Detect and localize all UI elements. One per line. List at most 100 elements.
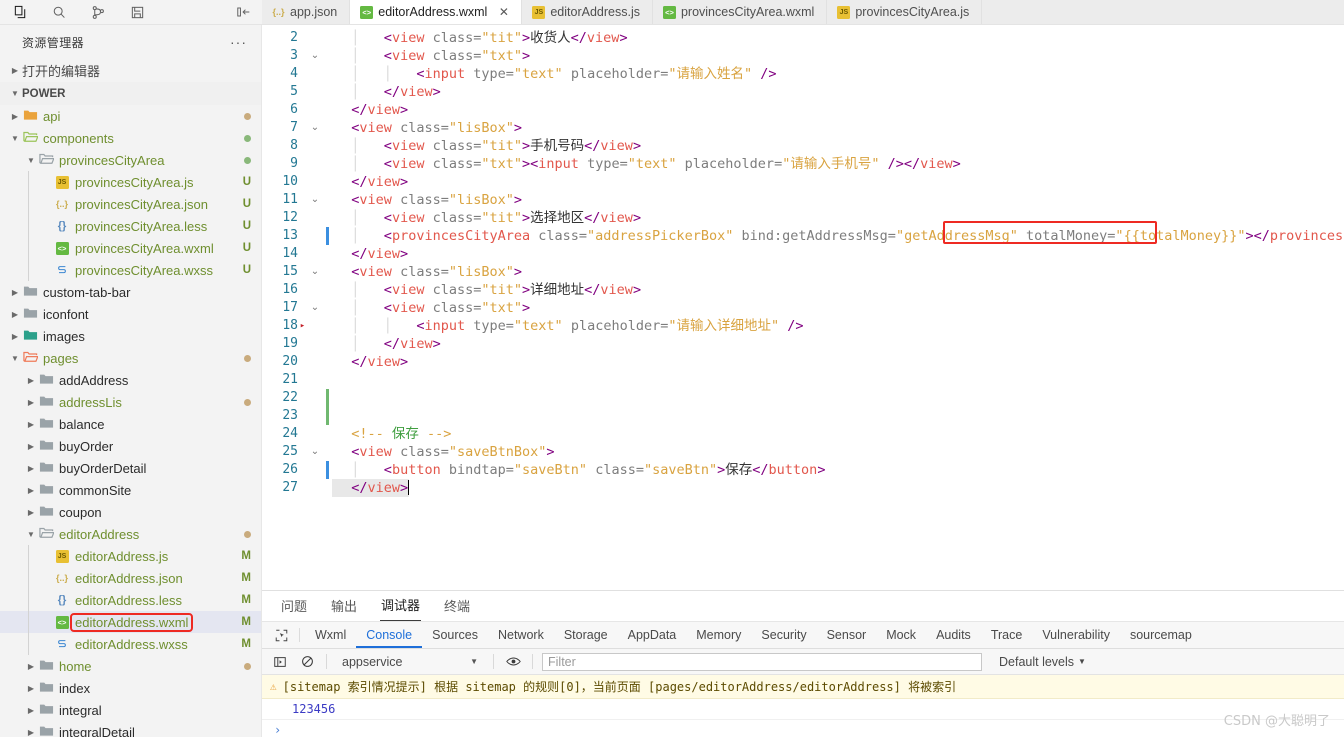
tree-file-editoraddress-json[interactable]: ▶{..}editorAddress.jsonM	[0, 567, 261, 589]
fold-chevron-down-icon[interactable]: ⌄	[307, 191, 323, 209]
devtools-tab-audits[interactable]: Audits	[926, 622, 981, 648]
devtools-tab-storage[interactable]: Storage	[554, 622, 618, 648]
tree-folder-integral[interactable]: ▶ integral	[0, 699, 261, 721]
code-line-8[interactable]: 8 │ <view class="tit">手机号码</view>	[262, 137, 1344, 155]
console-sidebar-toggle-icon[interactable]	[270, 653, 290, 671]
tree-folder-commonsite[interactable]: ▶ commonSite	[0, 479, 261, 501]
code-editor[interactable]: 2 │ <view class="tit">收货人</view> 3 ⌄ │ <vi…	[262, 25, 1344, 590]
editor-vertical-scrollbar[interactable]	[1331, 25, 1344, 590]
tree-folder-components[interactable]: ▼ components	[0, 127, 261, 149]
close-icon[interactable]: ✕	[498, 5, 509, 19]
panel-tab-输出[interactable]: 输出	[330, 592, 358, 621]
tree-file-editoraddress-wxml[interactable]: ▶<>editorAddress.wxmlM	[0, 611, 261, 633]
eye-icon[interactable]	[503, 653, 523, 671]
tree-folder-coupon[interactable]: ▶ coupon	[0, 501, 261, 523]
tree-folder-home[interactable]: ▶ home	[0, 655, 261, 677]
tree-file-provincescityarea-less[interactable]: ▶{}provincesCityArea.lessU	[0, 215, 261, 237]
devtools-tab-security[interactable]: Security	[751, 622, 816, 648]
editor-tab-provincescityarea-js[interactable]: JS provincesCityArea.js	[827, 0, 983, 24]
fold-chevron-down-icon[interactable]: ⌄	[307, 263, 323, 281]
devtools-tab-sources[interactable]: Sources	[422, 622, 488, 648]
fold-chevron-down-icon[interactable]: ⌄	[307, 443, 323, 461]
code-line-24[interactable]: 24 <!-- 保存 -->	[262, 425, 1344, 443]
code-line-22[interactable]: 22	[262, 389, 1344, 407]
code-line-5[interactable]: 5 │ </view>	[262, 83, 1344, 101]
inspect-element-icon[interactable]	[268, 622, 294, 648]
source-control-icon[interactable]	[90, 4, 107, 21]
tree-file-provincescityarea-json[interactable]: ▶{..}provincesCityArea.jsonU	[0, 193, 261, 215]
panel-tab-调试器[interactable]: 调试器	[380, 591, 422, 621]
code-line-12[interactable]: 12 │ <view class="tit">选择地区</view>	[262, 209, 1344, 227]
code-line-13[interactable]: 13 │ <provincesCityArea class="addressPi…	[262, 227, 1344, 245]
editor-tab-editoraddress-js[interactable]: JS editorAddress.js	[522, 0, 653, 24]
console-levels-select[interactable]: Default levels ▼	[999, 655, 1086, 669]
tree-folder-api[interactable]: ▶ api	[0, 105, 261, 127]
tree-file-provincescityarea-js[interactable]: ▶JSprovincesCityArea.jsU	[0, 171, 261, 193]
console-context-select[interactable]: appservice ▼	[336, 655, 484, 669]
tree-file-editoraddress-less[interactable]: ▶{}editorAddress.lessM	[0, 589, 261, 611]
tree-file-provincescityarea-wxss[interactable]: ▶provincesCityArea.wxssU	[0, 259, 261, 281]
devtools-tab-wxml[interactable]: Wxml	[305, 622, 356, 648]
tree-folder-provincescityarea[interactable]: ▼ provincesCityArea	[0, 149, 261, 171]
tree-file-editoraddress-wxss[interactable]: ▶editorAddress.wxssM	[0, 633, 261, 655]
devtools-tab-sourcemap[interactable]: sourcemap	[1120, 622, 1202, 648]
code-line-26[interactable]: 26 │ <button bindtap="saveBtn" class="sa…	[262, 461, 1344, 479]
code-line-20[interactable]: 20 </view>	[262, 353, 1344, 371]
devtools-tab-appdata[interactable]: AppData	[618, 622, 687, 648]
code-line-25[interactable]: 25 ⌄ <view class="saveBtnBox">	[262, 443, 1344, 461]
tree-folder-addaddress[interactable]: ▶ addAddress	[0, 369, 261, 391]
code-line-14[interactable]: 14 </view>	[262, 245, 1344, 263]
tree-folder-addresslis[interactable]: ▶ addressLis	[0, 391, 261, 413]
fold-chevron-down-icon[interactable]: ⌄	[307, 299, 323, 317]
devtools-tab-trace[interactable]: Trace	[981, 622, 1033, 648]
fold-chevron-down-icon[interactable]: ⌄	[307, 119, 323, 137]
tree-folder-index[interactable]: ▶ index	[0, 677, 261, 699]
devtools-tab-vulnerability[interactable]: Vulnerability	[1032, 622, 1120, 648]
devtools-tab-mock[interactable]: Mock	[876, 622, 926, 648]
tree-folder-buyorderdetail[interactable]: ▶ buyOrderDetail	[0, 457, 261, 479]
search-icon[interactable]	[51, 4, 68, 21]
tree-folder-buyorder[interactable]: ▶ buyOrder	[0, 435, 261, 457]
devtools-tab-memory[interactable]: Memory	[686, 622, 751, 648]
code-line-3[interactable]: 3 ⌄ │ <view class="txt">	[262, 47, 1344, 65]
explorer-more-actions-icon[interactable]: ···	[230, 34, 247, 50]
save-icon[interactable]	[129, 4, 146, 21]
clear-console-icon[interactable]	[297, 653, 317, 671]
code-line-23[interactable]: 23	[262, 407, 1344, 425]
devtools-tab-console[interactable]: Console	[356, 622, 422, 648]
console-input-prompt[interactable]: ›	[262, 720, 1344, 737]
code-line-18[interactable]: 18 ▸ │ │ <input type="text" placeholder="…	[262, 317, 1344, 335]
tree-folder-integraldetail[interactable]: ▶ integralDetail	[0, 721, 261, 737]
panel-tab-终端[interactable]: 终端	[443, 592, 471, 621]
tree-file-provincescityarea-wxml[interactable]: ▶<>provincesCityArea.wxmlU	[0, 237, 261, 259]
devtools-tab-sensor[interactable]: Sensor	[817, 622, 877, 648]
editor-tab-editoraddress-wxml[interactable]: <> editorAddress.wxml ✕	[350, 0, 523, 24]
code-line-2[interactable]: 2 │ <view class="tit">收货人</view>	[262, 29, 1344, 47]
panel-tab-问题[interactable]: 问题	[280, 592, 308, 621]
tree-folder-balance[interactable]: ▶ balance	[0, 413, 261, 435]
code-line-9[interactable]: 9 │ <view class="txt"><input type="text"…	[262, 155, 1344, 173]
code-line-7[interactable]: 7 ⌄ <view class="lisBox">	[262, 119, 1344, 137]
project-root-section[interactable]: ▼ POWER	[0, 82, 261, 105]
code-line-17[interactable]: 17 ⌄ │ <view class="txt">	[262, 299, 1344, 317]
fold-chevron-down-icon[interactable]: ⌄	[307, 47, 323, 65]
code-line-27[interactable]: 27 </view>	[262, 479, 1344, 497]
tree-file-editoraddress-js[interactable]: ▶JSeditorAddress.jsM	[0, 545, 261, 567]
tree-folder-custom-tab-bar[interactable]: ▶ custom-tab-bar	[0, 281, 261, 303]
tree-folder-editoraddress[interactable]: ▼ editorAddress	[0, 523, 261, 545]
editor-tab-app-json[interactable]: {..} app.json	[262, 0, 351, 24]
code-line-10[interactable]: 10 </view>	[262, 173, 1344, 191]
code-line-11[interactable]: 11 ⌄ <view class="lisBox">	[262, 191, 1344, 209]
devtools-tab-network[interactable]: Network	[488, 622, 554, 648]
code-line-16[interactable]: 16 │ <view class="tit">详细地址</view>	[262, 281, 1344, 299]
tree-folder-pages[interactable]: ▼ pages	[0, 347, 261, 369]
open-editors-section[interactable]: ▶ 打开的编辑器	[0, 59, 261, 82]
collapse-sidebar-icon[interactable]	[235, 4, 252, 21]
tree-folder-images[interactable]: ▶ images	[0, 325, 261, 347]
code-line-4[interactable]: 4 │ │ <input type="text" placeholder="请输…	[262, 65, 1344, 83]
console-filter-input[interactable]: Filter	[542, 652, 982, 671]
code-line-19[interactable]: 19 │ </view>	[262, 335, 1344, 353]
code-line-21[interactable]: 21	[262, 371, 1344, 389]
code-line-6[interactable]: 6 </view>	[262, 101, 1344, 119]
tree-folder-iconfont[interactable]: ▶ iconfont	[0, 303, 261, 325]
